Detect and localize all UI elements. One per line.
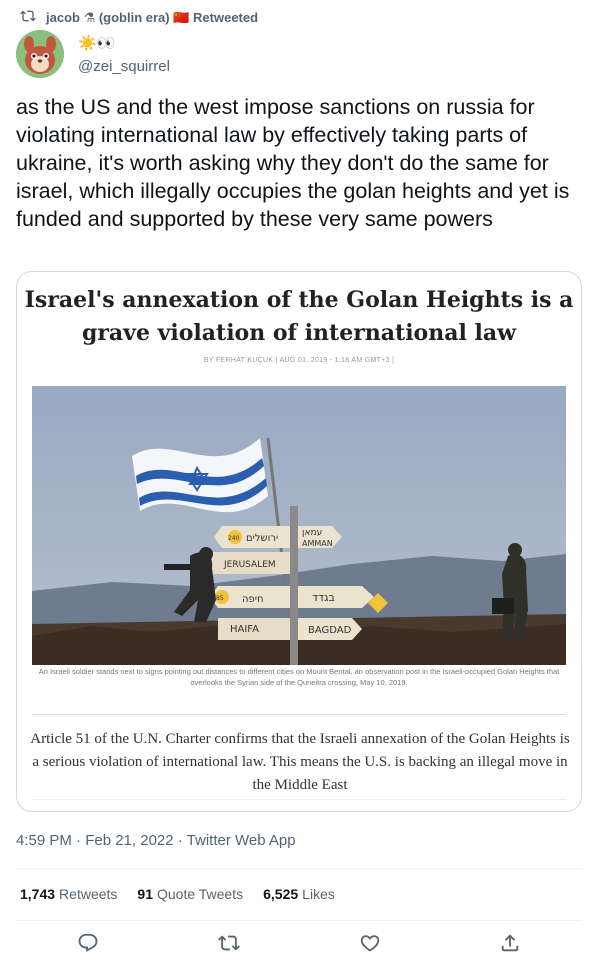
- sign-jerusalem-en: JERUSALEM: [223, 560, 276, 570]
- card-image: ירושלים JERUSALEM עמאן AMMAN חיפה HAIFA …: [32, 386, 566, 665]
- tweet-actions: [0, 932, 598, 956]
- tweet-text: as the US and the west impose sanctions …: [16, 95, 570, 231]
- tweet-timestamp[interactable]: 4:59 PM · Feb 21, 2022 · Twitter Web App: [16, 832, 296, 849]
- retweet-button[interactable]: [218, 932, 240, 954]
- card-divider: [32, 799, 566, 800]
- card-byline: BY FERHAT KUÇUK | AUG 01, 2019 - 1:18 AM…: [203, 357, 395, 364]
- sign-haifa-en: HAIFA: [230, 624, 259, 635]
- share-button[interactable]: [499, 932, 521, 954]
- divider: [16, 868, 582, 869]
- card-image-caption: An Israeli soldier stands next to signs …: [38, 667, 560, 687]
- retweets-stat[interactable]: 1,743 Retweets: [20, 886, 117, 902]
- reply-button[interactable]: [77, 932, 99, 954]
- divider: [16, 920, 582, 921]
- author-handle[interactable]: @zei_squirrel: [78, 58, 170, 75]
- card-headline: Israel's annexation of the Golan Heights…: [24, 287, 574, 346]
- tweet-stats: 1,743 Retweets 91 Quote Tweets 6,525 Likes: [20, 886, 335, 902]
- sign-distance-240: 240: [228, 535, 240, 542]
- card-summary: Article 51 of the U.N. Charter confirms …: [30, 731, 570, 793]
- quote-tweets-stat[interactable]: 91 Quote Tweets: [137, 886, 243, 902]
- card-divider: [32, 714, 566, 715]
- share-icon: [501, 934, 519, 952]
- retweet-icon: [218, 935, 240, 951]
- like-button[interactable]: [359, 932, 381, 954]
- sign-jerusalem-he: ירושלים: [246, 533, 278, 544]
- link-card[interactable]: Israel's annexation of the Golan Heights…: [16, 271, 582, 812]
- sign-damascus-he: דמשק: [308, 653, 335, 664]
- sign-bagdad-en: BAGDAD: [308, 625, 352, 636]
- sign-distance-85: 85: [216, 595, 224, 602]
- sign-amman-en: AMMAN: [302, 539, 333, 548]
- tweet-author: ☀️👀 @zei_squirrel: [16, 30, 170, 78]
- sign-haifa-he: חיפה: [242, 594, 264, 605]
- retweeter-name[interactable]: jacob ⚗ (goblin era) 🇨🇳: [46, 10, 189, 25]
- sign-amman-he: עמאן: [302, 528, 322, 538]
- heart-icon: [360, 935, 380, 952]
- author-display-name[interactable]: ☀️👀: [78, 34, 170, 54]
- sign-bagdad-he: בגדד: [312, 591, 335, 604]
- reply-icon: [78, 933, 98, 952]
- retweet-icon: [20, 8, 36, 27]
- retweeted-label: Retweeted: [193, 9, 259, 25]
- likes-stat[interactable]: 6,525 Likes: [263, 886, 335, 902]
- retweet-header: jacob ⚗ (goblin era) 🇨🇳 Retweeted: [20, 8, 258, 27]
- avatar[interactable]: [16, 30, 64, 78]
